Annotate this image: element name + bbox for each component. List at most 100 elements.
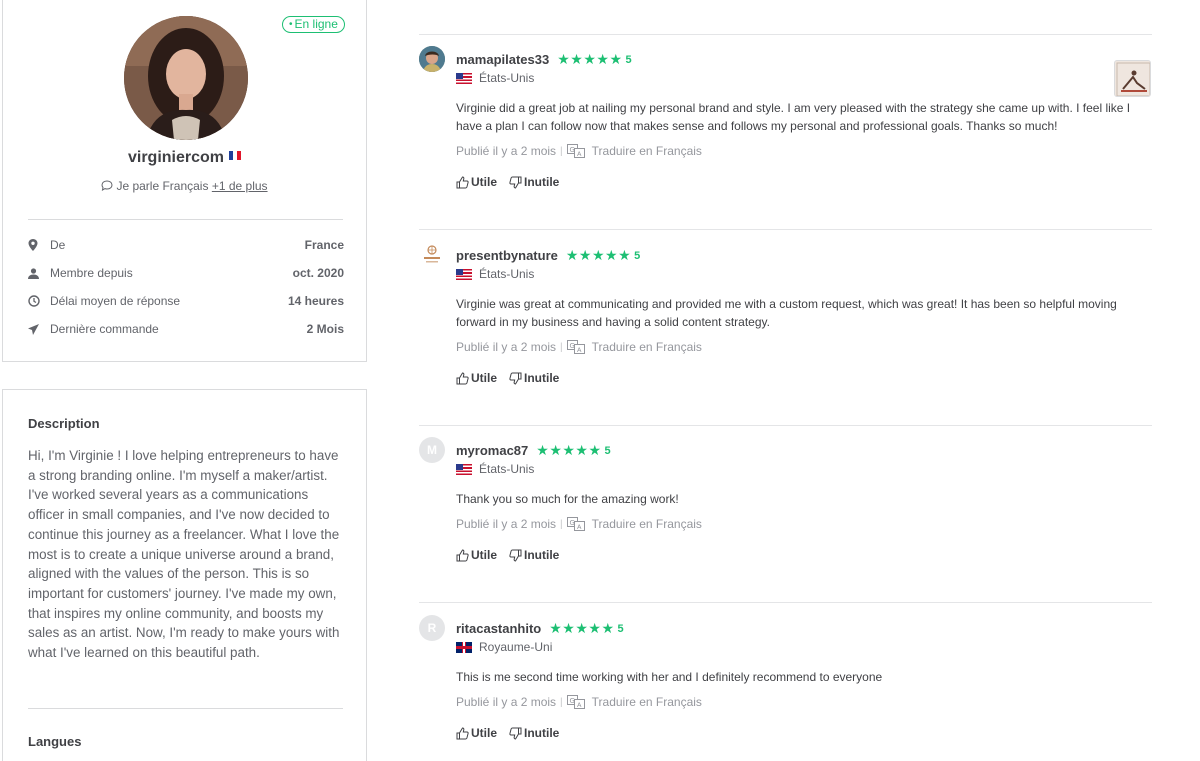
reviewer-username: mamapilates33 bbox=[456, 52, 550, 67]
svg-text:A: A bbox=[577, 701, 582, 709]
reviewer-name[interactable]: myromac87 ★★★★★ 5 bbox=[456, 442, 611, 459]
review-item: presentbynature ★★★★★ 5 États-Unis Virgi… bbox=[419, 242, 1152, 426]
review-item: R ritacastanhito ★★★★★ 5 Royaume-Uni Thi… bbox=[419, 615, 1152, 761]
reviewer-avatar[interactable]: M bbox=[419, 437, 445, 463]
reviewer-name[interactable]: presentbynature ★★★★★ 5 bbox=[456, 247, 640, 264]
thumbs-up-icon bbox=[456, 371, 469, 384]
translate-link[interactable]: Traduire en Français bbox=[592, 340, 702, 354]
review-text: Virginie did a great job at nailing my p… bbox=[456, 101, 1131, 133]
helpful-button[interactable]: Utile bbox=[456, 726, 497, 740]
review-date: Publié il y a 2 mois bbox=[456, 695, 557, 709]
translate-link[interactable]: Traduire en Français bbox=[592, 695, 702, 709]
svg-text:G: G bbox=[569, 519, 574, 527]
svg-text:A: A bbox=[577, 523, 582, 531]
reviewer-username: myromac87 bbox=[456, 443, 529, 458]
helpful-label: Utile bbox=[471, 175, 498, 189]
languages-spoken: Je parle Français +1 de plus bbox=[3, 179, 366, 193]
not-helpful-button[interactable]: Inutile bbox=[509, 371, 559, 385]
translate-icon: GA bbox=[566, 695, 585, 709]
not-helpful-button[interactable]: Inutile bbox=[509, 726, 559, 740]
us-flag-icon bbox=[456, 268, 472, 280]
more-languages-link[interactable]: +1 de plus bbox=[212, 179, 268, 193]
not-helpful-label: Inutile bbox=[524, 726, 560, 740]
star-rating-icon: ★★★★★ bbox=[549, 620, 615, 636]
paper-plane-icon bbox=[28, 323, 50, 335]
meta-separator: | bbox=[560, 696, 563, 708]
helpful-button[interactable]: Utile bbox=[456, 548, 497, 562]
translate-link[interactable]: Traduire en Français bbox=[592, 517, 702, 531]
meta-separator: | bbox=[560, 518, 563, 530]
description-card: Description Hi, I'm Virginie ! I love he… bbox=[2, 389, 367, 761]
seller-avatar[interactable] bbox=[124, 16, 248, 140]
reviewer-name[interactable]: ritacastanhito ★★★★★ 5 bbox=[456, 620, 624, 637]
thumbs-up-icon bbox=[456, 548, 469, 561]
reviewer-avatar[interactable] bbox=[419, 46, 445, 72]
reviewer-username: presentbynature bbox=[456, 248, 558, 263]
review-date: Publié il y a 2 mois bbox=[456, 517, 557, 531]
description-title: Description bbox=[28, 416, 100, 431]
translate-icon: GA bbox=[566, 340, 585, 354]
review-text: Virginie was great at communicating and … bbox=[456, 297, 1117, 329]
not-helpful-button[interactable]: Inutile bbox=[509, 548, 559, 562]
not-helpful-button[interactable]: Inutile bbox=[509, 175, 559, 189]
description-text: Hi, I'm Virginie ! I love helping entrep… bbox=[28, 448, 340, 661]
helpful-button[interactable]: Utile bbox=[456, 175, 497, 189]
meta-separator: | bbox=[560, 341, 563, 353]
reviewer-avatar[interactable] bbox=[419, 242, 445, 268]
helpful-button[interactable]: Utile bbox=[456, 371, 497, 385]
thumbs-up-icon bbox=[456, 726, 469, 739]
thumbs-down-icon bbox=[509, 372, 522, 385]
stat-value: oct. 2020 bbox=[292, 266, 344, 280]
thumbs-down-icon bbox=[509, 176, 522, 189]
svg-text:A: A bbox=[577, 346, 582, 354]
rating-value: 5 bbox=[634, 249, 641, 262]
review-date: Publié il y a 2 mois bbox=[456, 340, 557, 354]
review-item: mamapilates33 ★★★★★ 5 États-Unis Virgini… bbox=[419, 46, 1152, 230]
stat-from: De France bbox=[28, 231, 344, 259]
review-divider bbox=[419, 229, 1152, 230]
reviewer-country: États-Unis bbox=[456, 462, 534, 476]
avatar-letter: R bbox=[427, 621, 437, 635]
review-actions: Utile Inutile bbox=[456, 175, 559, 189]
us-flag-icon bbox=[456, 463, 472, 475]
languages-spoken-label: Je parle Français bbox=[116, 179, 209, 193]
reviews-top-divider bbox=[419, 34, 1152, 35]
review-item: M myromac87 ★★★★★ 5 États-Unis Thank you… bbox=[419, 437, 1152, 603]
review-attachment-thumbnail[interactable] bbox=[1114, 60, 1151, 97]
thumbs-down-icon bbox=[509, 549, 522, 562]
review-meta: Publié il y a 2 mois | GA Traduire en Fra… bbox=[456, 340, 702, 354]
country-name: États-Unis bbox=[479, 462, 535, 476]
stat-value: 2 Mois bbox=[306, 322, 344, 336]
star-rating-icon: ★★★★★ bbox=[536, 442, 602, 458]
person-icon bbox=[28, 267, 50, 279]
seller-stats: De France Membre depuis oct. 2020 Délai … bbox=[28, 231, 344, 343]
helpful-label: Utile bbox=[471, 548, 498, 562]
country-name: États-Unis bbox=[479, 267, 535, 281]
seller-username[interactable]: virginiercom bbox=[3, 149, 366, 167]
review-actions: Utile Inutile bbox=[456, 371, 559, 385]
review-actions: Utile Inutile bbox=[456, 548, 559, 562]
translate-link[interactable]: Traduire en Français bbox=[592, 144, 702, 158]
not-helpful-label: Inutile bbox=[524, 175, 560, 189]
reviewer-country: États-Unis bbox=[456, 71, 534, 85]
stat-response-time: Délai moyen de réponse 14 heures bbox=[28, 287, 344, 315]
us-flag-icon bbox=[456, 72, 472, 84]
reviewer-avatar[interactable]: R bbox=[419, 615, 445, 641]
thumbs-down-icon bbox=[509, 727, 522, 740]
reviewer-username: ritacastanhito bbox=[456, 621, 542, 636]
country-name: États-Unis bbox=[479, 71, 535, 85]
star-rating-icon: ★★★★★ bbox=[565, 247, 632, 263]
speech-bubble-icon bbox=[101, 180, 113, 191]
reviewer-name[interactable]: mamapilates33 ★★★★★ 5 bbox=[456, 51, 632, 68]
divider bbox=[28, 708, 343, 709]
avatar-letter: M bbox=[427, 443, 437, 457]
location-pin-icon bbox=[28, 239, 50, 251]
helpful-label: Utile bbox=[471, 726, 498, 740]
languages-title: Langues bbox=[28, 734, 82, 749]
svg-text:G: G bbox=[569, 342, 574, 350]
stat-label: De bbox=[50, 238, 66, 252]
thumbs-up-icon bbox=[456, 175, 469, 188]
stat-label: Dernière commande bbox=[50, 322, 159, 336]
stat-member-since: Membre depuis oct. 2020 bbox=[28, 259, 344, 287]
stat-value: France bbox=[304, 238, 344, 252]
